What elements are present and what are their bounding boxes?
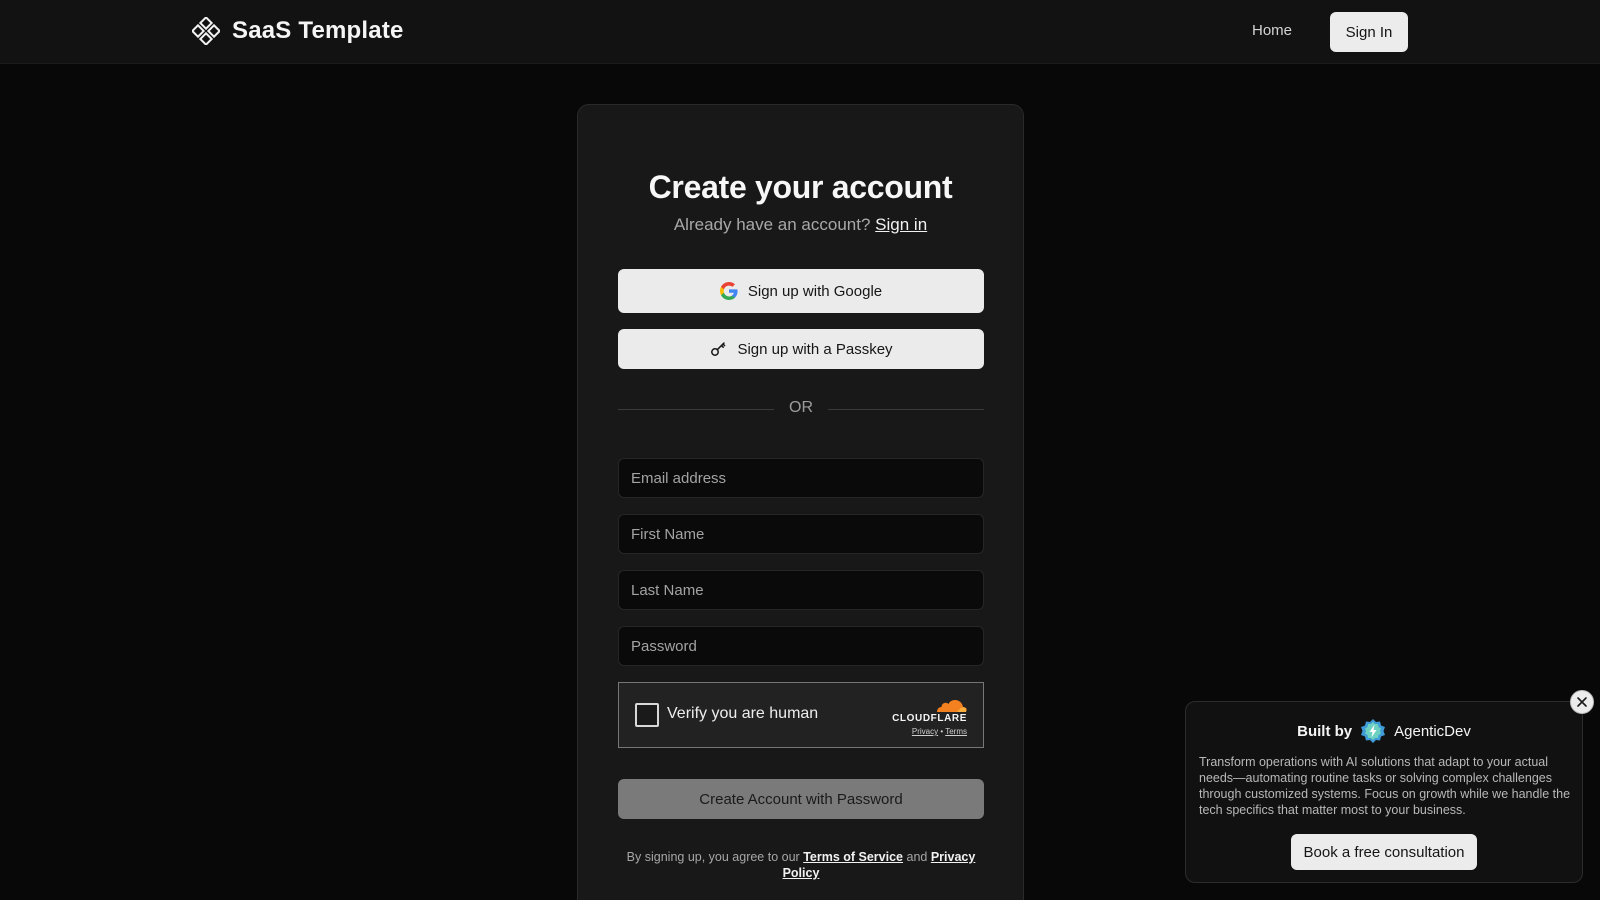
cloudflare-cloud-icon: [937, 700, 967, 712]
captcha-widget: Verify you are human CLOUDFLARE Privacy …: [618, 682, 984, 748]
signin-prompt-text: Already have an account?: [673, 215, 871, 234]
brand[interactable]: SaaS Template: [192, 17, 404, 45]
verified-badge-icon: [1361, 719, 1386, 743]
or-divider: OR: [618, 399, 984, 419]
promo-widget: Built by AgenticDev Transform operations…: [1185, 701, 1583, 883]
google-icon: [719, 282, 738, 300]
captcha-link-separator: •: [940, 727, 944, 736]
legal-joiner: and: [906, 850, 928, 864]
top-navbar: SaaS Template Home Sign In: [0, 0, 1600, 64]
signin-link[interactable]: Sign in: [875, 215, 927, 234]
signup-card: Create your account Already have an acco…: [577, 104, 1024, 900]
first-name-field[interactable]: [618, 514, 984, 554]
legal-prefix: By signing up, you agree to our: [626, 850, 800, 864]
create-account-button[interactable]: Create Account with Password: [618, 779, 984, 819]
promo-header: Built by AgenticDev: [1186, 718, 1582, 744]
legal-notice: By signing up, you agree to our Terms of…: [618, 849, 984, 881]
captcha-privacy-link[interactable]: Privacy: [912, 727, 938, 736]
captcha-terms-link[interactable]: Terms: [945, 727, 967, 736]
cloudflare-wordmark: CLOUDFLARE: [892, 713, 967, 724]
divider-line-right: [828, 409, 984, 410]
close-icon: [1577, 697, 1587, 707]
nav-signin-button[interactable]: Sign In: [1330, 12, 1408, 52]
password-field[interactable]: [618, 626, 984, 666]
captcha-label: Verify you are human: [667, 705, 819, 722]
diamond-cluster-icon: [192, 17, 220, 45]
email-field[interactable]: [618, 458, 984, 498]
passkey-button-label: Sign up with a Passkey: [737, 340, 893, 358]
passkey-signup-button[interactable]: Sign up with a Passkey: [618, 329, 984, 369]
book-consultation-button[interactable]: Book a free consultation: [1291, 834, 1477, 870]
page-title: Create your account: [648, 169, 953, 205]
captcha-checkbox[interactable]: [635, 703, 659, 727]
last-name-field[interactable]: [618, 570, 984, 610]
promo-close-button[interactable]: [1570, 690, 1594, 714]
captcha-links: Privacy • Terms: [891, 727, 967, 736]
signin-prompt: Already have an account? Sign in: [578, 215, 1023, 235]
promo-description: Transform operations with AI solutions t…: [1199, 755, 1571, 817]
terms-of-service-link[interactable]: Terms of Service: [803, 850, 903, 864]
brand-name: SaaS Template: [232, 17, 404, 44]
google-signup-button[interactable]: Sign up with Google: [618, 269, 984, 313]
key-icon: [711, 342, 726, 356]
or-text: OR: [789, 399, 813, 416]
promo-company-name: AgenticDev: [1394, 722, 1471, 740]
nav-home-link[interactable]: Home: [1252, 22, 1292, 39]
google-button-label: Sign up with Google: [747, 282, 883, 300]
promo-built-by: Built by: [1297, 722, 1353, 740]
